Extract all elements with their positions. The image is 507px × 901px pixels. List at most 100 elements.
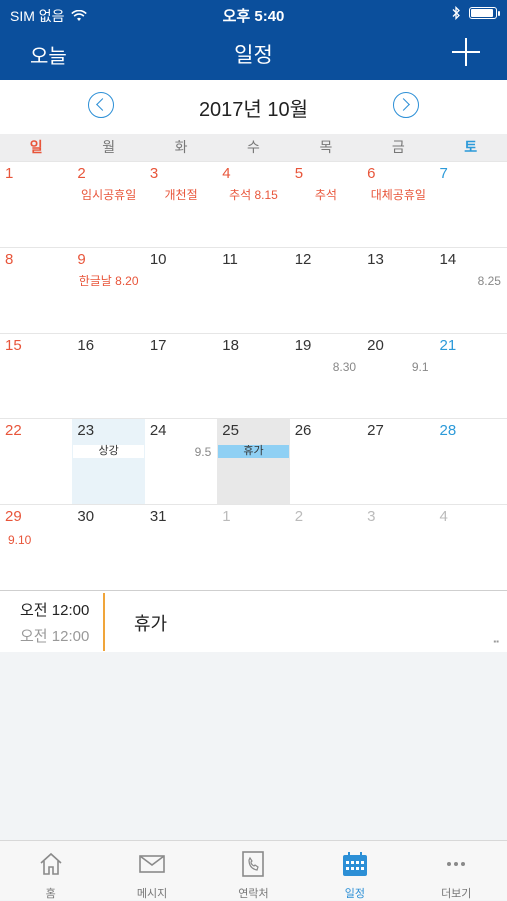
tab-contacts-label: 연락처 — [238, 888, 269, 900]
calendar-day-cell[interactable]: 8 — [0, 248, 72, 333]
day-number: 23 — [77, 422, 95, 440]
phone-book-icon — [242, 851, 265, 877]
tab-messages[interactable]: 메시지 — [101, 841, 202, 900]
tab-bar: 홈 메시지 연락처 일정 더보기 — [0, 840, 507, 900]
lunar-date: 9.10 — [8, 533, 32, 548]
calendar-day-cell[interactable]: 7 — [435, 162, 507, 247]
tab-schedule[interactable]: 일정 — [304, 841, 405, 900]
calendar-day-cell[interactable]: 5 추석 — [290, 162, 362, 247]
day-number: 26 — [294, 422, 312, 440]
calendar-day-cell[interactable]: 28 — [435, 419, 507, 504]
day-number: 12 — [294, 250, 312, 268]
calendar-day-cell[interactable]: 11 — [217, 248, 289, 333]
day-number: 11 — [222, 250, 238, 268]
day-number: 10 — [149, 250, 167, 268]
calendar-icon — [342, 852, 367, 876]
calendar-week-row: 1 2 임시공휴일 3 개천절 4 추석 8.15 5 추석 6 대체공휴일 7 — [0, 161, 507, 247]
lunar-date: 8.25 — [477, 273, 501, 288]
calendar-day-cell[interactable]: 12 — [290, 248, 362, 333]
calendar-day-cell[interactable]: 4 — [435, 505, 507, 590]
calendar-day-cell[interactable]: 21 — [435, 334, 507, 419]
weekday-wed: 수 — [247, 139, 260, 155]
tab-home-label: 홈 — [45, 888, 56, 900]
lunar-date: 9.5 — [194, 445, 212, 460]
calendar-day-cell[interactable]: 14 8.25 — [435, 248, 507, 333]
ellipsis-icon: ▪▪ — [493, 637, 499, 646]
calendar-day-cell[interactable]: 10 — [145, 248, 217, 333]
calendar-day-cell[interactable]: 20 9.1 — [362, 334, 434, 419]
status-time: 오후 5:40 — [222, 8, 285, 25]
weekday-header: 일 월 화 수 목 금 토 — [0, 134, 507, 161]
calendar-day-cell[interactable]: 17 — [145, 334, 217, 419]
calendar-day-cell[interactable]: 19 8.30 — [290, 334, 362, 419]
calendar-day-cell[interactable]: 23 상강 — [72, 419, 145, 505]
weekday-tue: 화 — [174, 139, 188, 155]
chevron-right-icon — [397, 98, 410, 111]
battery-icon — [469, 7, 500, 19]
event-title: 휴가 — [134, 614, 168, 634]
calendar-day-cell[interactable]: 3 — [362, 505, 434, 590]
weekday-sat: 토 — [464, 139, 478, 155]
holiday-label: 개천절 — [164, 188, 198, 202]
tab-more[interactable]: 더보기 — [406, 841, 507, 900]
calendar-week-row: 29 9.10 30 31 1 2 3 4 — [0, 504, 507, 590]
day-number: 6 — [367, 165, 376, 182]
calendar-day-cell[interactable]: 1 — [0, 162, 72, 247]
holiday-label: 한글날 8.20 — [78, 273, 139, 288]
weekday-thu: 목 — [319, 139, 333, 155]
more-icon — [447, 862, 466, 866]
holiday-label: 대체공휴일 — [370, 188, 426, 202]
lunar-date: 8.30 — [332, 359, 357, 374]
day-number: 8 — [5, 250, 14, 268]
event-detail[interactable]: 오전 12:00 오전 12:00 휴가 ▪▪ — [0, 590, 507, 652]
calendar-day-cell[interactable]: 1 — [217, 505, 289, 590]
weekday-sun: 일 — [29, 139, 43, 155]
calendar-event[interactable]: 휴가 — [218, 445, 289, 459]
calendar-day-cell[interactable]: 13 — [362, 248, 434, 333]
day-number: 3 — [149, 165, 159, 182]
day-number: 7 — [439, 165, 448, 182]
holiday-label: 임시공휴일 — [81, 188, 137, 202]
home-icon — [40, 852, 62, 875]
day-number: 29 — [5, 508, 22, 526]
day-number: 22 — [5, 422, 22, 440]
status-bar: SIM 없음 오후 5:40 — [0, 0, 507, 28]
holiday-label: 추석 — [314, 188, 337, 202]
day-number: 4 — [222, 165, 231, 182]
calendar-day-cell[interactable]: 26 — [290, 419, 362, 504]
calendar-day-cell[interactable]: 2 임시공휴일 — [72, 162, 144, 247]
calendar-day-cell[interactable]: 9 한글날 8.20 — [72, 248, 144, 333]
calendar-day-cell[interactable]: 30 — [72, 505, 144, 590]
day-number: 17 — [149, 336, 167, 354]
add-event-button[interactable] — [451, 37, 481, 67]
calendar-day-cell[interactable]: 4 추석 8.15 — [217, 162, 289, 247]
day-number: 4 — [439, 508, 448, 526]
calendar-event[interactable]: 상강 — [73, 445, 144, 459]
calendar-day-cell[interactable]: 2 — [290, 505, 362, 590]
day-number: 18 — [222, 336, 239, 354]
lunar-date: 9.1 — [411, 359, 429, 374]
calendar-day-cell[interactable]: 27 — [362, 419, 434, 504]
day-number: 24 — [149, 422, 167, 440]
tab-home[interactable]: 홈 — [0, 841, 101, 900]
calendar-day-cell[interactable]: 16 — [72, 334, 144, 419]
holiday-label: 추석 8.15 — [229, 188, 278, 202]
calendar-day-cell[interactable]: 3 개천절 — [145, 162, 217, 247]
calendar-day-cell[interactable]: 29 9.10 — [0, 505, 72, 590]
day-number: 5 — [294, 165, 304, 182]
calendar-day-cell[interactable]: 31 — [145, 505, 217, 590]
calendar-day-cell[interactable]: 25 휴가 — [217, 419, 290, 505]
calendar-day-cell[interactable]: 22 — [0, 419, 72, 504]
day-number: 1 — [5, 165, 14, 182]
tab-schedule-label: 일정 — [344, 888, 365, 900]
event-end-time: 오전 12:00 — [20, 628, 90, 645]
calendar-day-cell[interactable]: 6 대체공휴일 — [362, 162, 434, 247]
calendar-day-cell[interactable]: 24 9.5 — [145, 419, 217, 504]
month-title: 2017년 10월 — [198, 99, 309, 121]
calendar-day-cell[interactable]: 15 — [0, 334, 72, 419]
tab-contacts[interactable]: 연락처 — [203, 841, 304, 900]
bluetooth-icon — [452, 6, 460, 20]
day-number: 9 — [77, 250, 86, 268]
next-month-button[interactable] — [393, 92, 419, 118]
calendar-day-cell[interactable]: 18 — [217, 334, 289, 419]
